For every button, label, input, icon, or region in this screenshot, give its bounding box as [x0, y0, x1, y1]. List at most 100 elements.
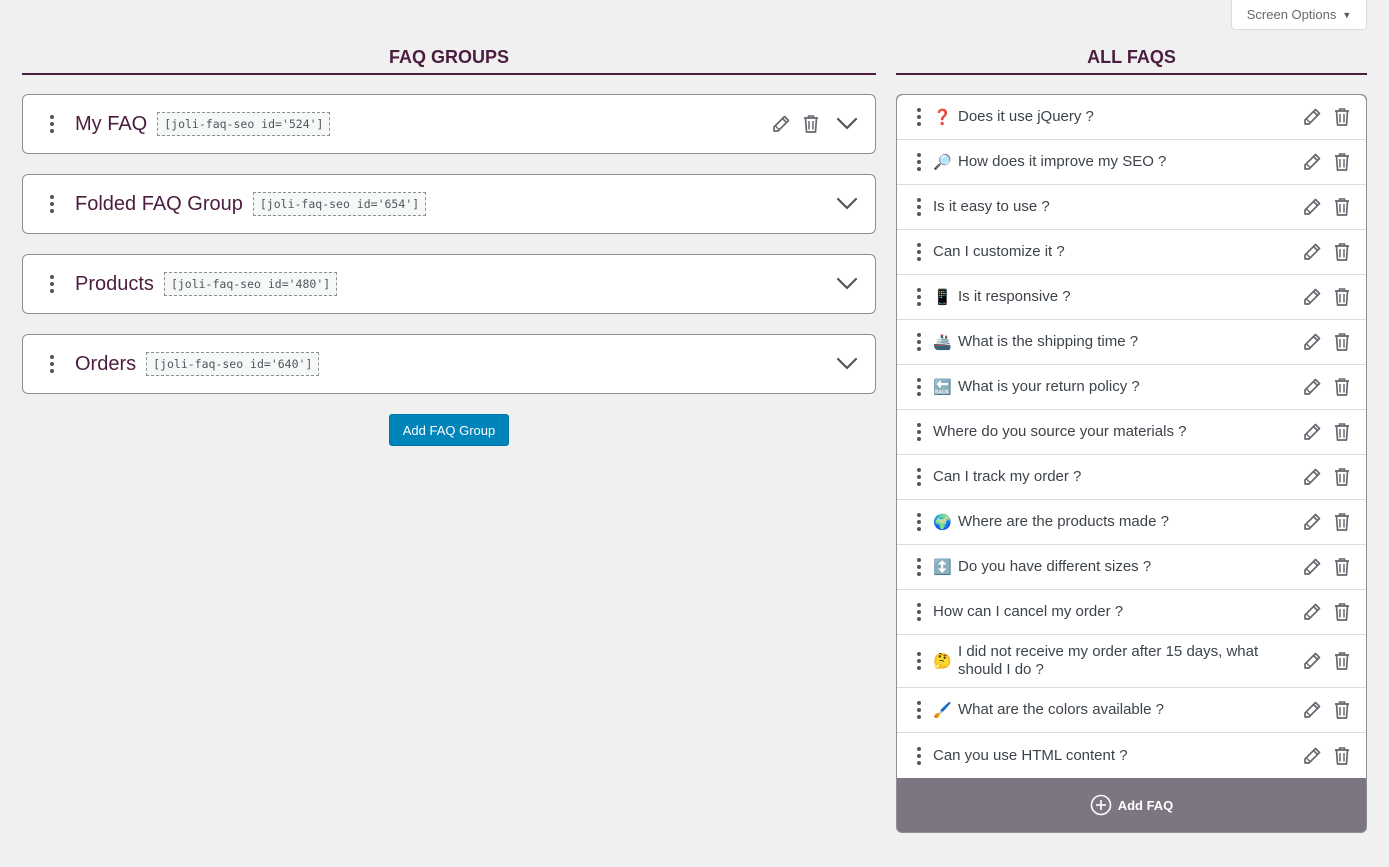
drag-handle-icon[interactable] [913, 423, 925, 441]
faq-item[interactable]: How can I cancel my order ? [897, 590, 1366, 635]
faq-item[interactable]: 🌍 Where are the products made ? [897, 500, 1366, 545]
faq-item[interactable]: 🤔 I did not receive my order after 15 day… [897, 635, 1366, 688]
all-faqs-column: ALL FAQS ❓ Does it use jQuery ? 🔎 How does … [896, 44, 1367, 833]
drag-handle-icon[interactable] [45, 195, 59, 213]
faq-actions [1302, 376, 1352, 398]
faq-item[interactable]: 🖌️ What are the colors available ? [897, 688, 1366, 733]
trash-icon[interactable] [801, 113, 821, 135]
faq-actions [1302, 241, 1352, 263]
faq-item[interactable]: 🚢 What is the shipping time ? [897, 320, 1366, 365]
chevron-down-icon[interactable] [835, 272, 859, 296]
faq-groups-title: FAQ GROUPS [22, 44, 876, 75]
trash-icon[interactable] [1332, 745, 1352, 767]
drag-handle-icon[interactable] [913, 333, 925, 351]
drag-handle-icon[interactable] [913, 746, 925, 765]
drag-handle-icon[interactable] [913, 652, 925, 670]
faq-emoji-icon: ↕️ [933, 558, 952, 576]
trash-icon[interactable] [1332, 466, 1352, 488]
add-faq-group-button[interactable]: Add FAQ Group [388, 414, 510, 446]
faq-emoji-icon: 🖌️ [933, 701, 952, 719]
trash-icon[interactable] [1332, 601, 1352, 623]
faq-group-card[interactable]: Products [joli-faq-seo id='480'] [22, 254, 876, 314]
trash-icon[interactable] [1332, 699, 1352, 721]
pencil-icon[interactable] [1302, 556, 1322, 578]
faq-emoji-icon: ❓ [933, 108, 952, 126]
trash-icon[interactable] [1332, 376, 1352, 398]
faq-group-name: Folded FAQ Group [75, 192, 243, 215]
trash-icon[interactable] [1332, 241, 1352, 263]
faq-item[interactable]: 🔎 How does it improve my SEO ? [897, 140, 1366, 185]
trash-icon[interactable] [1332, 106, 1352, 128]
faq-group-card[interactable]: My FAQ [joli-faq-seo id='524'] [22, 94, 876, 154]
faq-actions [1302, 331, 1352, 353]
trash-icon[interactable] [1332, 286, 1352, 308]
drag-handle-icon[interactable] [45, 355, 59, 373]
faq-item[interactable]: Where do you source your materials ? [897, 410, 1366, 455]
drag-handle-icon[interactable] [913, 288, 925, 306]
pencil-icon[interactable] [1302, 286, 1322, 308]
chevron-down-icon[interactable] [835, 192, 859, 216]
trash-icon[interactable] [1332, 196, 1352, 218]
trash-icon[interactable] [1332, 151, 1352, 173]
faq-question: How does it improve my SEO ? [958, 153, 1167, 170]
pencil-icon[interactable] [1302, 466, 1322, 488]
faq-question: Can I customize it ? [933, 243, 1065, 260]
pencil-icon[interactable] [1302, 106, 1322, 128]
drag-handle-icon[interactable] [913, 243, 925, 261]
drag-handle-icon[interactable] [913, 513, 925, 531]
faq-group-shortcode: [joli-faq-seo id='654'] [252, 192, 427, 216]
drag-handle-icon[interactable] [45, 275, 59, 293]
drag-handle-icon[interactable] [913, 603, 925, 621]
faq-actions [1302, 556, 1352, 578]
faq-group-actions [831, 272, 859, 296]
pencil-icon[interactable] [1302, 151, 1322, 173]
faq-panel: ❓ Does it use jQuery ? 🔎 How does it improv… [896, 94, 1367, 833]
chevron-down-icon[interactable] [835, 352, 859, 376]
faq-group-actions [831, 192, 859, 216]
drag-handle-icon[interactable] [913, 108, 925, 126]
drag-handle-icon[interactable] [913, 198, 925, 216]
faq-emoji-icon: 🔙 [933, 378, 952, 396]
pencil-icon[interactable] [1302, 196, 1322, 218]
faq-actions [1302, 421, 1352, 443]
faq-item[interactable]: ❓ Does it use jQuery ? [897, 95, 1366, 140]
drag-handle-icon[interactable] [913, 378, 925, 396]
faq-actions [1302, 650, 1352, 672]
trash-icon[interactable] [1332, 556, 1352, 578]
pencil-icon[interactable] [1302, 650, 1322, 672]
trash-icon[interactable] [1332, 331, 1352, 353]
pencil-icon[interactable] [1302, 376, 1322, 398]
pencil-icon[interactable] [1302, 699, 1322, 721]
pencil-icon[interactable] [1302, 745, 1322, 767]
pencil-icon[interactable] [771, 113, 791, 135]
drag-handle-icon[interactable] [45, 115, 59, 133]
drag-handle-icon[interactable] [913, 468, 925, 486]
faq-item[interactable]: Can I customize it ? [897, 230, 1366, 275]
faq-question: Where are the products made ? [958, 513, 1169, 530]
drag-handle-icon[interactable] [913, 153, 925, 171]
screen-options-toggle[interactable]: Screen Options ▼ [1231, 0, 1367, 30]
faq-group-shortcode: [joli-faq-seo id='524'] [157, 112, 331, 136]
faq-item[interactable]: ↕️ Do you have different sizes ? [897, 545, 1366, 590]
faq-item[interactable]: Can you use HTML content ? [897, 733, 1366, 778]
trash-icon[interactable] [1332, 421, 1352, 443]
pencil-icon[interactable] [1302, 421, 1322, 443]
drag-handle-icon[interactable] [913, 558, 925, 576]
faq-actions [1302, 106, 1352, 128]
add-faq-button[interactable]: Add FAQ [897, 778, 1366, 832]
pencil-icon[interactable] [1302, 331, 1322, 353]
faq-question: I did not receive my order after 15 days… [958, 643, 1259, 678]
pencil-icon[interactable] [1302, 601, 1322, 623]
faq-item[interactable]: 🔙 What is your return policy ? [897, 365, 1366, 410]
faq-item[interactable]: Is it easy to use ? [897, 185, 1366, 230]
drag-handle-icon[interactable] [913, 701, 925, 719]
faq-group-card[interactable]: Folded FAQ Group [joli-faq-seo id='654'] [22, 174, 876, 234]
faq-item[interactable]: Can I track my order ? [897, 455, 1366, 500]
faq-item[interactable]: 📱 Is it responsive ? [897, 275, 1366, 320]
trash-icon[interactable] [1332, 511, 1352, 533]
pencil-icon[interactable] [1302, 241, 1322, 263]
pencil-icon[interactable] [1302, 511, 1322, 533]
chevron-down-icon[interactable] [835, 112, 859, 136]
trash-icon[interactable] [1332, 650, 1352, 672]
faq-group-card[interactable]: Orders [joli-faq-seo id='640'] [22, 334, 876, 394]
